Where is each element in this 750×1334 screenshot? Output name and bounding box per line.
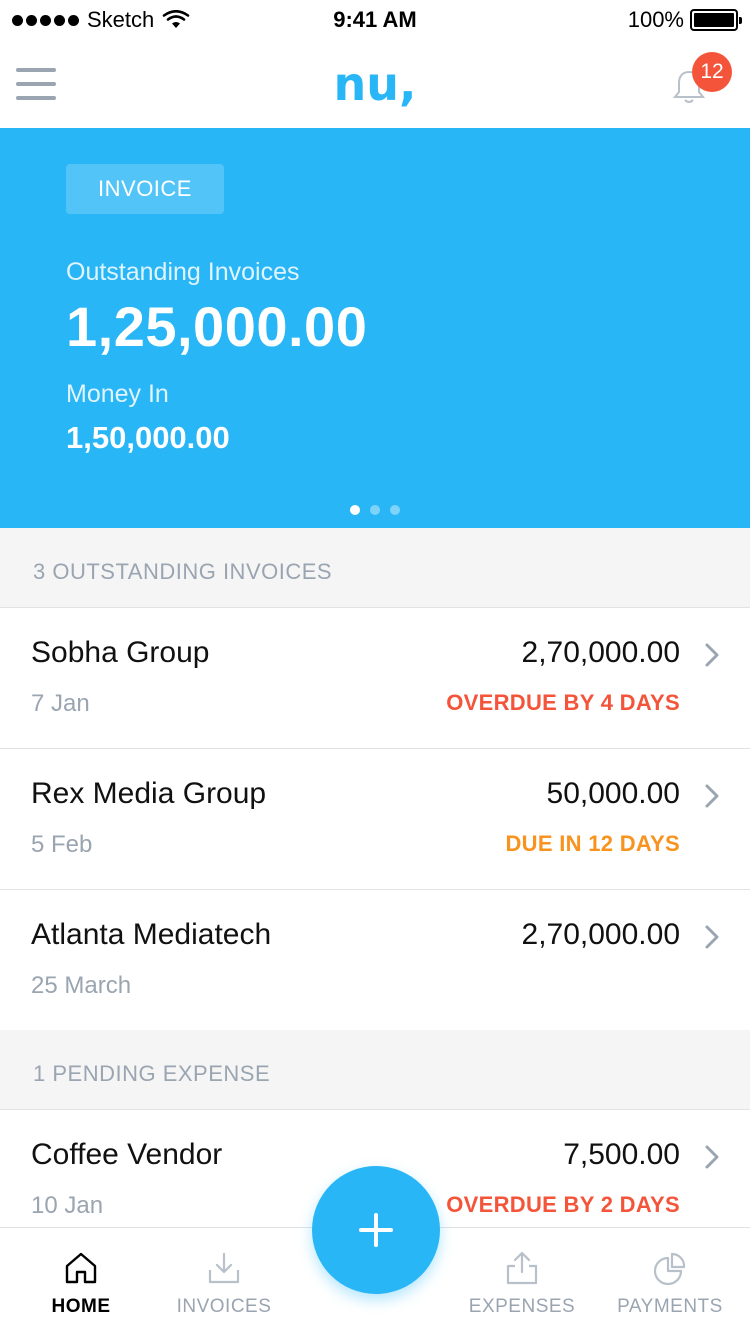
expense-amount: 7,500.00 [563,1138,680,1171]
money-in-label: Money In [66,380,169,408]
pie-chart-icon [653,1252,686,1286]
invoice-date: 5 Feb [31,831,93,858]
outstanding-invoices-header: 3 OUTSTANDING INVOICES [0,528,750,608]
chevron-right-icon [705,784,719,808]
signal-strength-icon [12,14,79,26]
invoice-tag-button[interactable]: INVOICE [66,164,224,214]
add-button[interactable] [312,1166,440,1294]
page-dot[interactable] [390,505,400,515]
invoice-amount: 2,70,000.00 [521,918,680,951]
invoice-amount: 50,000.00 [546,777,680,810]
upload-share-icon [506,1251,538,1285]
status-left: Sketch [12,7,190,33]
expense-status: OVERDUE BY 2 DAYS [446,1192,680,1217]
vendor-name: Coffee Vendor [31,1138,223,1171]
client-name: Atlanta Mediatech [31,918,272,951]
invoice-row[interactable]: Atlanta Mediatech 25 March 2,70,000.00 [0,890,750,1031]
status-bar: Sketch 9:41 AM 100% [0,0,750,40]
client-name: Sobha Group [31,636,210,669]
client-name: Rex Media Group [31,777,267,810]
brand-logo: nu, [333,57,417,111]
chevron-right-icon [705,1145,719,1169]
expense-date: 10 Jan [31,1192,104,1219]
tab-label: INVOICES [176,1296,272,1317]
tab-label: EXPENSES [468,1296,576,1317]
battery-icon [690,9,742,31]
tab-expenses[interactable]: EXPENSES [447,1228,597,1334]
carrier-name: Sketch [87,7,155,32]
tab-payments[interactable]: PAYMENTS [595,1228,745,1334]
chevron-right-icon [705,925,719,949]
invoice-status: DUE IN 12 DAYS [505,831,680,856]
battery-percentage: 100% [627,7,684,32]
invoice-row[interactable]: Sobha Group 7 Jan 2,70,000.00 OVERDUE BY… [0,608,750,749]
chevron-right-icon [705,643,719,667]
notification-badge[interactable]: 12 [692,52,732,92]
nav-bar: nu, 12 [0,40,750,128]
invoice-row[interactable]: Rex Media Group 5 Feb 50,000.00 DUE IN 1… [0,749,750,890]
outstanding-invoices-amount: 1,25,000.00 [66,295,368,358]
tab-label: PAYMENTS [617,1296,723,1317]
wifi-icon [162,10,190,28]
money-in-amount: 1,50,000.00 [66,420,230,455]
outstanding-invoices-label: Outstanding Invoices [66,258,300,286]
invoice-date: 25 March [31,972,132,999]
invoice-status: OVERDUE BY 4 DAYS [446,690,680,715]
tab-invoices[interactable]: INVOICES [149,1228,299,1334]
status-right: 100% [627,7,742,33]
plus-icon [359,1213,393,1247]
invoice-amount: 2,70,000.00 [521,636,680,669]
invoice-date: 7 Jan [31,690,90,717]
pending-expense-header: 1 PENDING EXPENSE [0,1030,750,1110]
hamburger-menu-icon[interactable] [16,68,56,100]
tab-label: HOME [51,1296,111,1317]
page-indicator[interactable] [0,505,750,515]
page-dot[interactable] [370,505,380,515]
tab-home[interactable]: HOME [6,1228,156,1334]
download-tray-icon [208,1252,240,1284]
page-dot[interactable] [350,505,360,515]
summary-banner[interactable]: INVOICE Outstanding Invoices 1,25,000.00… [0,128,750,528]
home-icon [65,1252,97,1284]
